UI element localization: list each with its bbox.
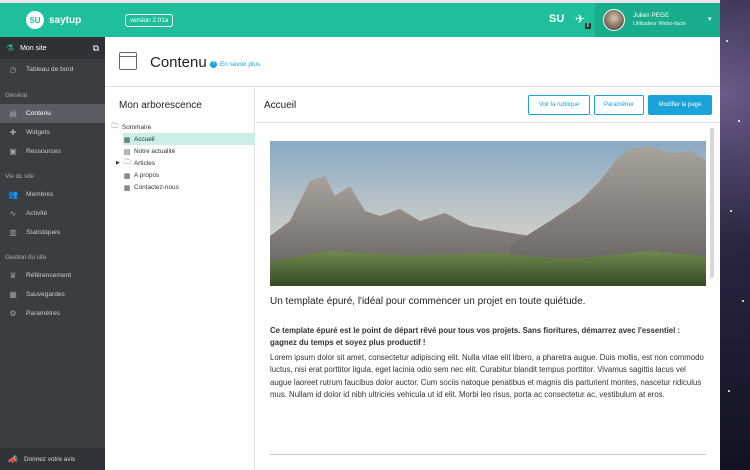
sidebar-item-referencement[interactable]: ♛ Référencement [0,266,105,285]
divider [256,122,720,123]
tree-root[interactable]: 🗀 Sommaire [111,122,152,133]
trophy-icon: ♛ [9,271,17,280]
image-icon: ▣ [9,147,17,156]
scrollbar[interactable] [710,128,714,278]
tree-title: Mon arborescence [119,100,202,111]
sidebar-item-sauvegardes[interactable]: ▦ Sauvegardes [0,285,105,304]
dashboard-icon: ◷ [9,65,17,74]
chevron-down-icon: ▾ [708,16,712,23]
chart-icon: ▥ [9,228,17,237]
section-title-general: Général [5,92,28,99]
activity-icon: ∿ [9,209,17,218]
tree-panel: Mon arborescence 🗀 Sommaire ▦ Accueil ▤ … [105,88,255,470]
sidebar-item-label: Membres [26,191,54,198]
users-icon: 👥 [8,190,18,199]
page-title: Contenu [150,54,207,71]
user-name: Julien PEGE [633,12,670,19]
divider [270,454,706,455]
sidebar-item-label: Sauvegardes [26,291,65,298]
sidebar-item-widgets[interactable]: ✚ Widgets [0,123,105,142]
app-window: SU saytup ⚗ Mon site ⧉ ◷ Tableau de bord… [0,3,720,470]
version-badge[interactable]: version 2.01a [125,14,174,27]
sidebar: SU saytup ⚗ Mon site ⧉ ◷ Tableau de bord… [0,3,105,470]
logo[interactable]: SU saytup [0,3,105,37]
page-header: Contenu ? En savoir plus [105,37,720,87]
edit-page-button[interactable]: Modifier la page [648,95,712,115]
sidebar-item-label: Référencement [26,272,72,279]
sidebar-item-dashboard[interactable]: ◷ Tableau de bord [0,60,105,79]
tree-item-label: A propos [134,172,160,179]
su-icon[interactable]: SU [549,13,564,25]
browser-window-icon [119,52,137,70]
sidebar-item-membres[interactable]: 👥 Membres [0,185,105,204]
logo-text: saytup [49,14,82,26]
avatar [603,9,625,31]
external-link-icon[interactable]: ⧉ [93,43,99,54]
my-site-label: Mon site [20,44,47,52]
folder-icon: 🗀 [111,123,119,130]
feedback-button[interactable]: 📣 Donnez votre avis [0,448,105,470]
sidebar-item-parametres[interactable]: ⚙ Paramètres [0,304,105,323]
page-preview-panel: Accueil Voir la rubrique Paramétrer Modi… [256,88,720,470]
tree-item-contact[interactable]: ▦ Contactez-nous [123,182,179,193]
tree-item-label: Articles [134,160,155,167]
feedback-label: Donnez votre avis [23,455,76,463]
content-icon: ▤ [9,109,17,118]
page-icon: ▤ [123,148,131,156]
expand-arrow-icon[interactable]: ▶ [116,160,120,166]
tagline: Un template épuré, l'idéal pour commence… [270,296,586,307]
page-icon: ▦ [123,136,131,144]
section-title-gestion: Gestion du site [5,254,47,261]
tree-item-apropos[interactable]: ▦ A propos [123,170,160,181]
desktop-background [720,0,750,470]
sidebar-item-statistiques[interactable]: ▥ Statistiques [0,223,105,242]
sidebar-item-activite[interactable]: ∿ Activité [0,204,105,223]
tree-item-label: Contactez-nous [134,184,179,191]
lead-paragraph: Ce template épuré est le point de départ… [270,326,681,347]
folder-icon: 🗀 [123,159,131,166]
page-name: Accueil [264,100,297,111]
view-section-button[interactable]: Voir la rubrique [528,95,590,115]
tree-item-actualite[interactable]: ▤ Notre actualité [123,146,176,157]
tree-item-accueil[interactable]: ▦ Accueil [123,134,155,145]
gear-icon: ⚙ [9,309,17,318]
megaphone-notification-icon[interactable]: ✈ [575,12,585,26]
sidebar-item-label: Paramètres [26,310,61,317]
body-paragraph: Lorem ipsum dolor sit amet, consectetur … [270,353,704,399]
my-site-link[interactable]: ⚗ Mon site ⧉ [0,37,105,59]
puzzle-icon: ✚ [9,128,17,137]
sidebar-item-label: Statistiques [26,229,61,236]
page-icon: ▦ [123,184,131,192]
tree-item-label: Notre actualité [134,148,176,155]
top-bar: version 2.01a SU ✈ 6 Julien PEGE Utilisa… [105,3,720,37]
sidebar-item-ressources[interactable]: ▣ Ressources [0,142,105,161]
flask-icon: ⚗ [6,42,15,53]
megaphone-icon: 📣 [8,454,18,464]
logo-mark: SU [26,11,44,29]
help-icon[interactable]: ? [210,61,217,68]
sidebar-item-label: Activité [26,210,48,217]
sidebar-item-label: Contenu [26,110,51,117]
sidebar-item-contenu[interactable]: ▤ Contenu [0,104,105,123]
tree-item-label: Accueil [134,136,155,143]
save-icon: ▦ [9,290,17,299]
notification-badge: 6 [585,23,591,29]
sidebar-item-label: Widgets [26,129,50,136]
user-role: Utilisateur Webo-facto [633,21,686,27]
user-menu[interactable]: Julien PEGE Utilisateur Webo-facto ▾ [595,3,720,37]
page-icon: ▦ [123,172,131,180]
tree-item-articles[interactable]: 🗀 Articles [123,158,155,169]
sidebar-item-label: Tableau de bord [26,66,74,73]
sidebar-item-label: Ressources [26,148,61,155]
section-title-vie: Vie du site [5,173,34,180]
help-link[interactable]: En savoir plus [220,61,260,68]
tree-item-label: Sommaire [122,124,152,131]
hero-image [270,141,706,286]
settings-button[interactable]: Paramétrer [594,95,644,115]
